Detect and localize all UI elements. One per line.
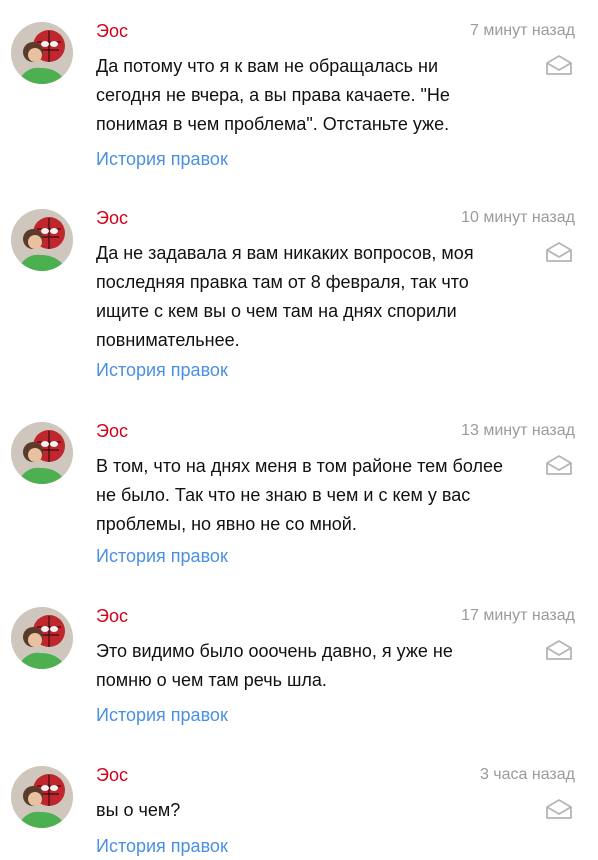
envelope-icon[interactable] [545, 241, 573, 263]
edit-history-link[interactable]: История правок [96, 359, 228, 381]
comment-timestamp: 10 минут назад [461, 209, 575, 226]
comment-thread: Эос 7 минут назад Да потому что я к вам … [0, 0, 598, 860]
comment-timestamp: 7 минут назад [469, 22, 575, 39]
comment-text: вы о чем? [96, 800, 181, 820]
comment-text: Да не задавала я вам никаких вопросов, м… [96, 243, 474, 350]
comment-text: В том, что на днях меня в том районе тем… [96, 456, 503, 534]
edit-history-link[interactable]: История правок [96, 545, 228, 567]
avatar[interactable] [11, 766, 73, 828]
avatar-photo-icon [11, 209, 73, 271]
comment-timestamp: 17 минут назад [461, 607, 575, 624]
comment-author[interactable]: Эос [96, 764, 128, 786]
avatar[interactable] [11, 422, 73, 484]
avatar[interactable] [11, 22, 73, 84]
comment-timestamp: 13 минут назад [461, 422, 575, 439]
avatar[interactable] [11, 209, 73, 271]
envelope-icon[interactable] [545, 798, 573, 820]
edit-history-link[interactable]: История правок [96, 704, 228, 726]
envelope-icon[interactable] [545, 639, 573, 661]
avatar[interactable] [11, 607, 73, 669]
comment-author[interactable]: Эос [96, 605, 128, 627]
avatar-photo-icon [11, 422, 73, 484]
comment-text: Да потому что я к вам не обращалась ни с… [96, 56, 450, 134]
comment-text: Это видимо было ооочень давно, я уже не … [96, 641, 453, 690]
comment-author[interactable]: Эос [96, 420, 128, 442]
edit-history-link[interactable]: История правок [96, 835, 228, 857]
comment-timestamp: 3 часа назад [479, 766, 575, 783]
comment-author[interactable]: Эос [96, 20, 128, 42]
envelope-icon[interactable] [545, 54, 573, 76]
envelope-icon[interactable] [545, 454, 573, 476]
avatar-photo-icon [11, 607, 73, 669]
avatar-photo-icon [11, 766, 73, 828]
avatar-photo-icon [11, 22, 73, 84]
edit-history-link[interactable]: История правок [96, 148, 228, 170]
comment-author[interactable]: Эос [96, 207, 128, 229]
